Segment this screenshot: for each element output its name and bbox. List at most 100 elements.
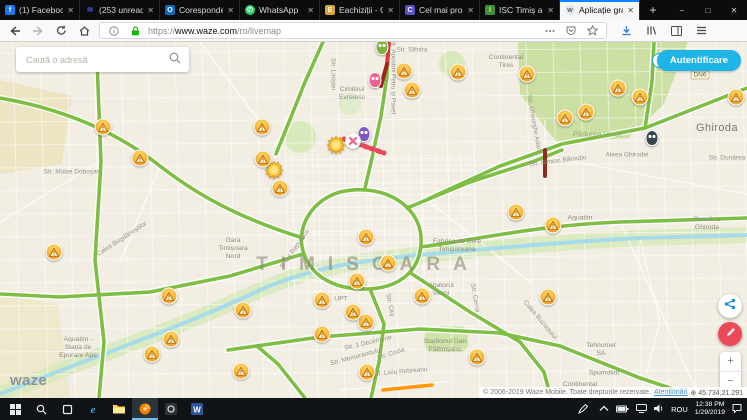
page-actions-icon[interactable]	[542, 23, 558, 39]
alert-marker[interactable]	[632, 89, 649, 106]
alert-marker[interactable]	[46, 244, 63, 261]
closure-marker[interactable]	[345, 133, 361, 149]
downloads-icon[interactable]	[618, 23, 634, 39]
mood-marker[interactable]	[369, 72, 382, 88]
alert-marker[interactable]	[272, 180, 289, 197]
notification-center-icon[interactable]	[732, 400, 742, 418]
alert-marker[interactable]	[469, 349, 486, 366]
alert-marker[interactable]	[95, 119, 112, 136]
taskbar-taskview-icon[interactable]	[54, 398, 80, 420]
waze-livemap[interactable]: TIMISOARAStr. SilistraStr. Apostoli Petr…	[0, 42, 747, 398]
taskbar-search-icon[interactable]	[28, 398, 54, 420]
alert-marker[interactable]	[508, 204, 525, 221]
browser-toolbar-icons	[618, 23, 709, 39]
share-button[interactable]	[718, 294, 742, 318]
taskbar-firefox-icon[interactable]	[132, 398, 158, 420]
notices-link[interactable]: Atenționări	[654, 389, 687, 396]
battery-icon[interactable]	[616, 400, 629, 418]
alert-marker[interactable]	[545, 217, 562, 234]
language-indicator[interactable]: ROU	[671, 405, 688, 414]
browser-tab[interactable]: wAplicație gratuită d…✕	[560, 0, 640, 20]
clock[interactable]: 12:38 PM 1/29/2019	[695, 401, 725, 418]
taskbar-word-icon[interactable]: W	[184, 398, 210, 420]
alert-marker[interactable]	[235, 302, 252, 319]
alert-marker[interactable]	[345, 304, 362, 321]
alert-marker[interactable]	[132, 150, 149, 167]
alert-marker[interactable]	[359, 364, 376, 381]
alert-marker[interactable]	[519, 66, 536, 83]
alert-marker[interactable]	[380, 255, 397, 272]
alert-marker[interactable]	[414, 288, 431, 305]
browser-tab[interactable]: ✉(253 unread) - cat…✕	[80, 0, 160, 20]
alert-marker[interactable]	[610, 80, 627, 97]
tab-close-icon[interactable]: ✕	[307, 6, 314, 15]
browser-tab[interactable]: f(1) Facebook✕	[0, 0, 80, 20]
alert-marker[interactable]	[255, 151, 272, 168]
browser-tab[interactable]: IISC Timiș a falsific…✕	[480, 0, 560, 20]
alert-marker[interactable]	[144, 346, 161, 363]
alert-marker[interactable]	[349, 273, 366, 290]
alert-marker[interactable]	[450, 64, 467, 81]
minimize-button[interactable]: –	[669, 0, 695, 20]
svg-text:e: e	[91, 404, 96, 415]
browser-tab[interactable]: CCel mai prost drum✕	[400, 0, 480, 20]
tab-close-icon[interactable]: ✕	[387, 6, 394, 15]
volume-icon[interactable]	[654, 400, 664, 418]
alert-marker[interactable]	[314, 326, 331, 343]
alert-marker[interactable]	[254, 119, 271, 136]
tray-chevron-icon[interactable]	[599, 400, 609, 418]
pen-icon[interactable]	[574, 398, 592, 420]
tab-close-icon[interactable]: ✕	[467, 6, 474, 15]
secure-lock-icon[interactable]	[127, 23, 143, 39]
alert-marker[interactable]	[578, 104, 595, 121]
maximize-button[interactable]: □	[695, 0, 721, 20]
browser-tab[interactable]: EEachiziții - Cnadnr✕	[320, 0, 400, 20]
home-icon[interactable]	[76, 23, 92, 39]
taskbar-acrobat-icon[interactable]	[158, 398, 184, 420]
new-tab-button[interactable]: +	[640, 0, 666, 20]
close-button[interactable]: ✕	[721, 0, 747, 20]
mood-marker[interactable]	[646, 130, 659, 146]
library-icon[interactable]	[643, 23, 659, 39]
sidebar-icon[interactable]	[668, 23, 684, 39]
site-info-icon[interactable]	[106, 23, 122, 39]
tab-close-icon[interactable]: ✕	[547, 6, 554, 15]
search-icon[interactable]	[169, 51, 181, 69]
network-icon[interactable]	[636, 400, 647, 418]
alert-marker[interactable]	[557, 110, 574, 127]
address-bar[interactable]: https://www.waze.com/ro/livemap	[99, 22, 607, 39]
alert-marker[interactable]	[358, 229, 375, 246]
browser-tab[interactable]: OCorespondență - c…✕	[160, 0, 240, 20]
alert-marker[interactable]	[233, 363, 250, 380]
taskbar-edge-icon[interactable]: e	[80, 398, 106, 420]
report-button[interactable]	[718, 322, 742, 346]
forward-icon[interactable]	[30, 23, 46, 39]
tab-close-icon[interactable]: ✕	[147, 6, 154, 15]
back-icon[interactable]	[7, 23, 23, 39]
pocket-icon[interactable]	[563, 23, 579, 39]
alert-marker[interactable]	[540, 289, 557, 306]
mood-marker[interactable]	[376, 42, 389, 55]
zoom-in-button[interactable]: +	[720, 352, 741, 372]
browser-tab[interactable]: ✆WhatsApp✕	[240, 0, 320, 20]
tab-close-icon[interactable]: ✕	[67, 6, 74, 15]
taskbar-start-icon[interactable]	[2, 398, 28, 420]
alert-marker[interactable]	[314, 292, 331, 309]
alert-marker[interactable]	[161, 288, 178, 305]
search-input[interactable]	[24, 54, 169, 66]
map-search-box[interactable]	[16, 47, 189, 72]
bookmark-star-icon[interactable]	[584, 23, 600, 39]
signin-button[interactable]: Autentificare	[657, 50, 741, 71]
taskbar-apps: eW	[2, 398, 210, 420]
menu-icon[interactable]	[693, 23, 709, 39]
jam-marker[interactable]	[327, 136, 345, 154]
tab-close-icon[interactable]: ✕	[627, 6, 634, 15]
alert-marker[interactable]	[163, 331, 180, 348]
tab-title: Eachiziții - Cnadnr	[339, 5, 383, 15]
reload-icon[interactable]	[53, 23, 69, 39]
alert-marker[interactable]	[728, 89, 745, 106]
alert-marker[interactable]	[404, 82, 421, 99]
tab-close-icon[interactable]: ✕	[227, 6, 234, 15]
alert-marker[interactable]	[396, 63, 413, 80]
taskbar-explorer-icon[interactable]	[106, 398, 132, 420]
